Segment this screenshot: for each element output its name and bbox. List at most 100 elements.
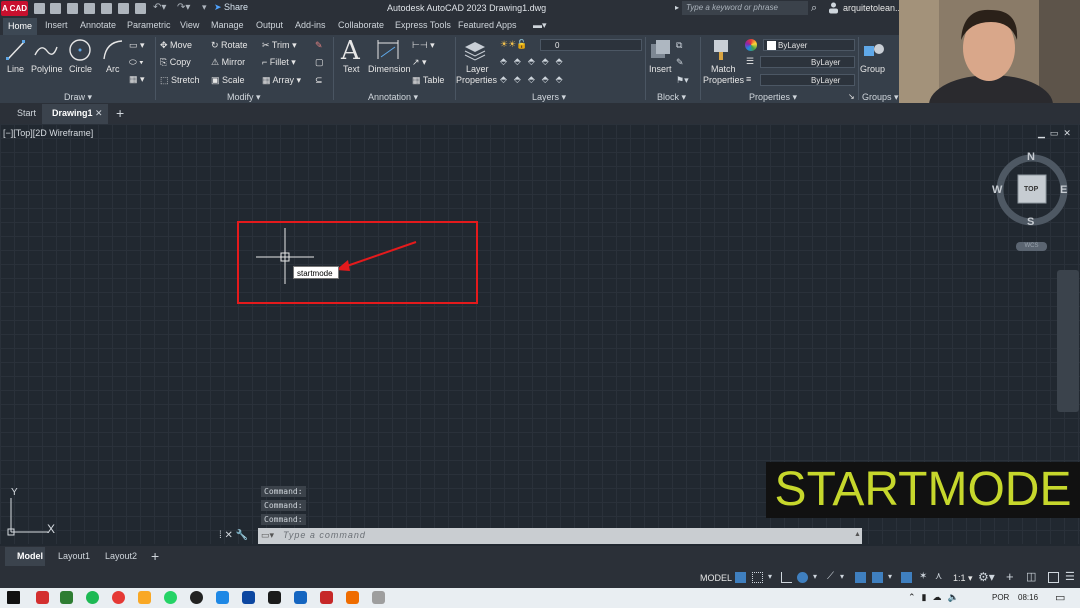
caret-right-icon[interactable]: ▸ [675, 3, 679, 12]
erase-icon[interactable]: ✎ [315, 40, 323, 51]
layer-tools-row-1[interactable]: ⬘⬘⬘⬘⬘ [500, 56, 570, 67]
fullscreen-icon[interactable] [1048, 572, 1059, 583]
plus-icon[interactable]: + [1006, 569, 1014, 584]
arc-icon[interactable] [101, 38, 125, 62]
lineweight-dropdown[interactable]: ByLayer [760, 74, 855, 86]
table-button[interactable]: ▦ Table [412, 75, 444, 86]
tab-parametric[interactable]: Parametric [127, 20, 171, 30]
tab-featured-apps[interactable]: Featured Apps [458, 20, 517, 30]
save-icon[interactable] [67, 3, 78, 14]
layer-properties-icon[interactable] [463, 39, 487, 61]
polyline-icon[interactable] [33, 41, 59, 59]
notifications-icon[interactable]: ▭ [1055, 591, 1065, 604]
clock[interactable]: 08:16 [1018, 593, 1038, 602]
save-as-icon[interactable] [84, 3, 95, 14]
auto-scale-icon[interactable]: ✶ [919, 571, 927, 582]
create-block-icon[interactable]: ⧉ [676, 40, 682, 51]
tab-start[interactable]: Start [17, 108, 36, 118]
polyline-label[interactable]: Polyline [31, 64, 63, 74]
hatch-icon[interactable]: ⬭ ▾ [129, 57, 144, 68]
scale-dropdown[interactable]: 1:1 ▾ [953, 573, 973, 584]
line-icon[interactable] [6, 39, 26, 61]
close-tab-icon[interactable]: ✕ [95, 108, 103, 119]
arc-label[interactable]: Arc [106, 64, 120, 74]
text-label[interactable]: Text [343, 64, 360, 74]
properties-launcher-icon[interactable]: ↘ [848, 92, 855, 101]
user-icon[interactable] [829, 2, 838, 14]
group-icon[interactable] [862, 38, 886, 62]
leader-icon[interactable]: ↗ ▾ [412, 57, 427, 68]
whatsapp-icon[interactable] [164, 591, 177, 604]
viewcube-top-face[interactable]: TOP [1024, 186, 1038, 193]
tab-annotate[interactable]: Annotate [80, 20, 116, 30]
compass-e[interactable]: E [1060, 184, 1067, 196]
object-snap-icon[interactable] [872, 572, 883, 583]
layer-state-icons[interactable]: ☀☀🔓 [500, 39, 527, 50]
fillet-button[interactable]: ⌐ Fillet ▾ [262, 57, 296, 68]
tab-layout1[interactable]: Layout1 [58, 551, 90, 561]
object-snap-tracking-icon[interactable] [855, 572, 866, 583]
object-snap-menu-icon[interactable]: ▾ [888, 572, 892, 581]
match-properties-label-2[interactable]: Properties [703, 75, 744, 85]
plot-icon[interactable] [135, 3, 146, 14]
dimension-label[interactable]: Dimension [368, 64, 411, 74]
new-file-icon[interactable] [34, 3, 45, 14]
layers-panel-title[interactable]: Layers ▾ [532, 92, 566, 103]
autocad-taskbar-icon[interactable] [320, 591, 333, 604]
polar-menu-icon[interactable]: ▾ [813, 572, 817, 581]
file-explorer-icon[interactable] [138, 591, 151, 604]
ribbon-options-icon[interactable]: ▬▾ [533, 20, 547, 31]
customize-menu-icon[interactable]: ☰ [1065, 570, 1075, 583]
text-icon[interactable]: A [341, 36, 360, 66]
annotation-panel-title[interactable]: Annotation ▾ [368, 92, 418, 103]
draw-panel-title[interactable]: Draw ▾ [64, 92, 92, 103]
viewport-controls[interactable]: [−][Top][2D Wireframe] [3, 128, 93, 138]
command-expand-icon[interactable]: ▲ [854, 531, 861, 538]
stretch-button[interactable]: ⬚ Stretch [160, 75, 200, 86]
layer-properties-label-2[interactable]: Properties [456, 75, 497, 85]
polar-icon[interactable] [797, 572, 808, 583]
compass-s[interactable]: S [1027, 216, 1034, 228]
taskbar-app-icon[interactable] [216, 591, 229, 604]
offset-icon[interactable]: ⊆ [315, 75, 323, 86]
compass-w[interactable]: W [992, 184, 1002, 196]
tab-add-ins[interactable]: Add-ins [295, 20, 326, 30]
command-line-controls[interactable]: ⁞ ✕ 🔧 [219, 530, 248, 541]
isodraft-icon[interactable]: ⟋ [827, 571, 834, 582]
properties-panel-title[interactable]: Properties ▾ [749, 92, 797, 103]
circle-icon[interactable] [68, 38, 92, 62]
taskbar-app-icon[interactable] [36, 591, 49, 604]
grid-icon[interactable] [735, 572, 746, 583]
rotate-button[interactable]: ↻ Rotate [211, 40, 248, 51]
dimension-icon[interactable] [375, 39, 401, 61]
user-name[interactable]: arquitetolean... [843, 3, 903, 13]
taskbar-app-icon[interactable] [60, 591, 73, 604]
open-web-icon[interactable] [101, 3, 112, 14]
annotation-visibility-icon[interactable] [901, 572, 912, 583]
group-label[interactable]: Group [860, 64, 885, 74]
taskbar-app-icon[interactable] [294, 591, 307, 604]
wcs-menu[interactable]: WCS [1016, 242, 1047, 251]
layer-tools-row-2[interactable]: ⬘⬘⬘⬘⬘ [500, 74, 570, 85]
isolate-icon[interactable]: ◫ [1026, 570, 1036, 583]
trim-button[interactable]: ✂ Trim ▾ [262, 40, 297, 51]
match-properties-label-1[interactable]: Match [711, 64, 736, 74]
linear-dim-icon[interactable]: ⊢⊣ ▾ [412, 40, 435, 51]
line-label[interactable]: Line [7, 64, 24, 74]
compass-n[interactable]: N [1027, 151, 1035, 163]
taskbar-app-icon[interactable] [346, 591, 359, 604]
start-menu-icon[interactable] [7, 591, 20, 604]
ortho-icon[interactable] [781, 572, 792, 583]
copy-button[interactable]: ⎘ Copy [160, 57, 191, 68]
taskbar-app-icon[interactable] [190, 591, 203, 604]
open-file-icon[interactable] [50, 3, 61, 14]
insert-icon[interactable] [648, 38, 672, 62]
edit-block-icon[interactable]: ✎ [676, 57, 684, 68]
taskbar-app-icon[interactable] [372, 591, 385, 604]
search-input[interactable]: Type a keyword or phrase [682, 1, 808, 15]
explode-icon[interactable]: ▢ [315, 57, 324, 68]
search-icon[interactable]: ⌕ [811, 2, 817, 15]
new-tab-icon[interactable]: + [116, 105, 124, 121]
customize-icon[interactable]: ▾ [202, 2, 207, 13]
color-dropdown[interactable]: ByLayer [763, 39, 855, 51]
